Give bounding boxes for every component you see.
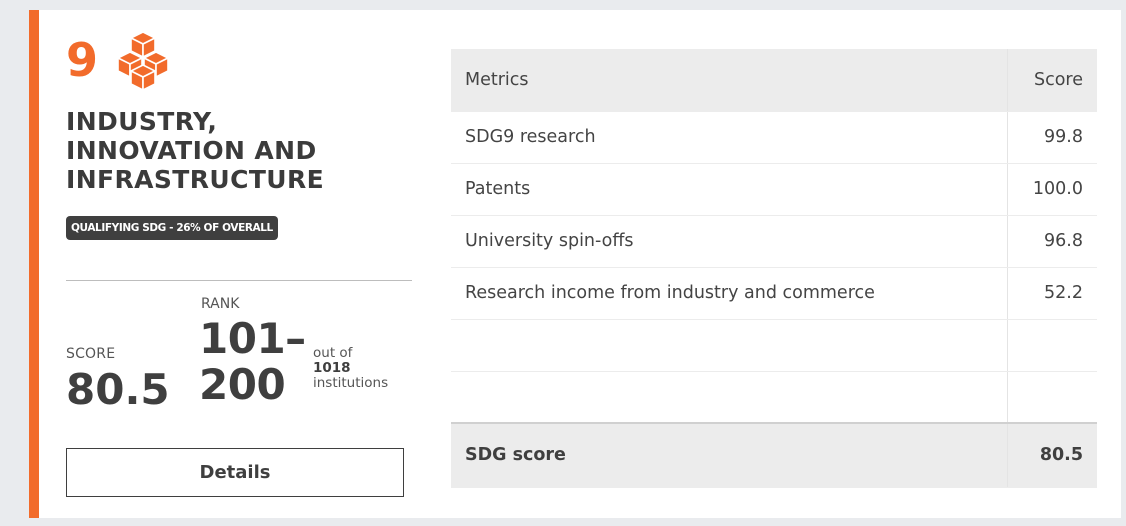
metric-score: 52.2: [1006, 267, 1097, 320]
sdg-score-value: 80.5: [1006, 422, 1097, 488]
metric-name: SDG9 research: [451, 111, 1007, 164]
out-of-post: institutions: [313, 375, 389, 391]
table-row: [451, 371, 1097, 424]
sdg-card: 9 INDUSTRY, INNOVATION AND INFRASTRUCTUR…: [29, 10, 1121, 518]
metric-name: Research income from industry and commer…: [451, 267, 1007, 320]
rank-value-line: 101–: [199, 314, 306, 363]
cubes-icon: [117, 31, 169, 91]
metric-name: [451, 371, 1007, 424]
table-row: University spin-offs 96.8: [451, 215, 1097, 268]
table-row: Research income from industry and commer…: [451, 267, 1097, 320]
goal-title-line: INNOVATION AND: [66, 136, 317, 165]
metric-score: 96.8: [1006, 215, 1097, 268]
rank-value: 101– 200: [199, 316, 309, 408]
table-row: [451, 319, 1097, 372]
rank-value-line: 200: [199, 360, 286, 409]
table-row: SDG9 research 99.8: [451, 111, 1097, 164]
metric-score: [1006, 371, 1097, 424]
goal-title-line: INDUSTRY,: [66, 107, 218, 136]
goal-header: 9: [66, 30, 266, 100]
divider: [66, 280, 412, 281]
metrics-table: Metrics Score SDG9 research 99.8 Patents…: [451, 49, 1097, 488]
goal-title-line: INFRASTRUCTURE: [66, 165, 325, 194]
metric-name: Patents: [451, 163, 1007, 216]
metric-score: [1006, 319, 1097, 372]
out-of-pre: out of: [313, 345, 353, 361]
header-metrics: Metrics: [451, 49, 1007, 112]
sdg-score-label: SDG score: [451, 422, 1007, 488]
table-footer-row: SDG score 80.5: [451, 422, 1097, 488]
rank-label: RANK: [201, 296, 240, 312]
table-row: Patents 100.0: [451, 163, 1097, 216]
goal-title: INDUSTRY, INNOVATION AND INFRASTRUCTURE: [66, 107, 366, 194]
qualifying-badge: QUALIFYING SDG - 26% OF OVERALL: [66, 216, 278, 240]
details-button[interactable]: Details: [66, 448, 404, 497]
metric-score: 99.8: [1006, 111, 1097, 164]
metric-score: 100.0: [1006, 163, 1097, 216]
metric-name: University spin-offs: [451, 215, 1007, 268]
institution-count: 1018: [313, 360, 351, 376]
sdg-summary-panel: 9 INDUSTRY, INNOVATION AND INFRASTRUCTUR…: [66, 10, 426, 518]
out-of-text: out of 1018 institutions: [313, 346, 388, 391]
table-header-row: Metrics Score: [451, 49, 1097, 112]
header-score: Score: [1006, 49, 1097, 112]
goal-number: 9: [66, 33, 99, 87]
score-label: SCORE: [66, 346, 116, 362]
score-value: 80.5: [66, 365, 170, 414]
metric-name: [451, 319, 1007, 372]
